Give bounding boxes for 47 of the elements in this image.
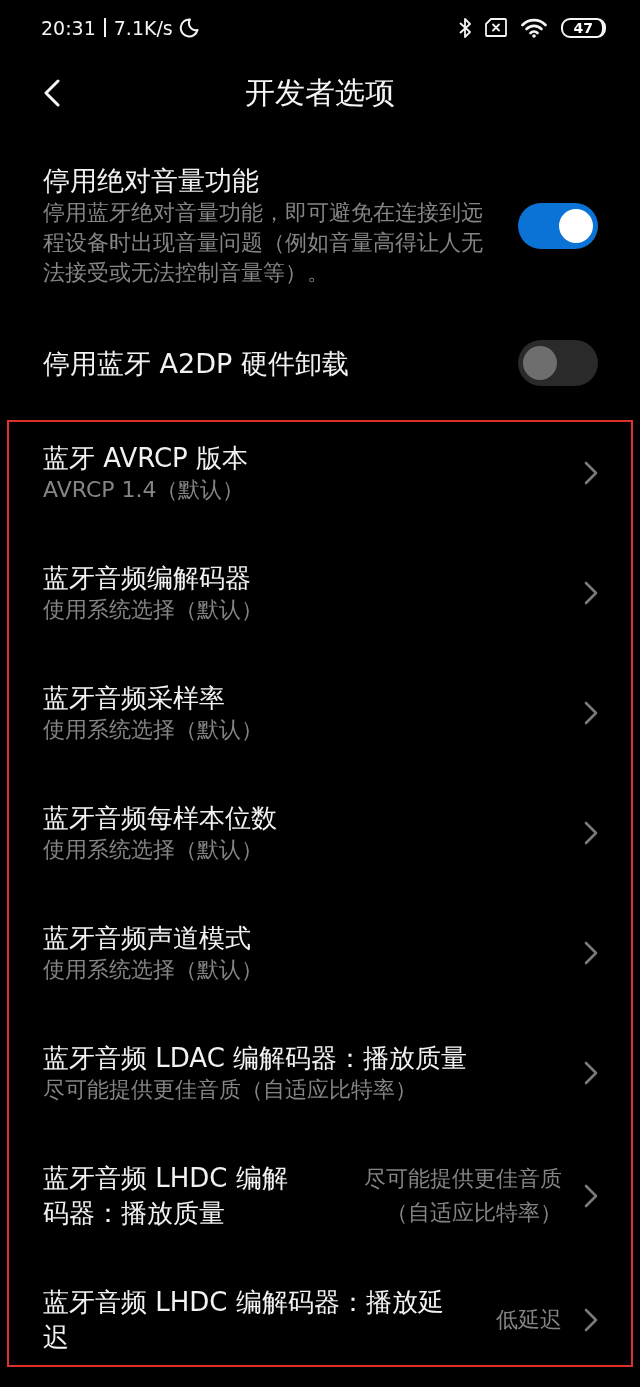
setting-title: 蓝牙音频采样率	[43, 682, 226, 715]
setting-title: 蓝牙音频每样本位数	[43, 802, 278, 835]
setting-title: 蓝牙音频编解码器	[43, 562, 252, 595]
toggle-knob	[559, 208, 593, 243]
toggle-switch[interactable]	[518, 202, 598, 249]
toggle-knob	[523, 346, 557, 380]
chevron-right-icon	[584, 1061, 598, 1085]
chevron-right-icon	[584, 941, 598, 965]
setting-summary: AVRCP 1.4（默认）	[43, 476, 246, 504]
setting-item[interactable]: 蓝牙音频 LHDC 编解码器：播放延迟 低延迟	[9, 1266, 631, 1365]
setting-summary: 尽可能提供更佳音质（自适应比特率）	[43, 1076, 418, 1104]
setting-title: 停用蓝牙 A2DP 硬件卸载	[43, 346, 350, 381]
wifi-icon	[520, 17, 547, 38]
setting-title: 蓝牙音频 LHDC 编解码器：播放延迟	[43, 1286, 445, 1354]
toggle-switch[interactable]	[518, 340, 598, 386]
setting-item[interactable]: 蓝牙音频编解码器 使用系统选择（默认）	[9, 542, 631, 662]
moon-icon	[178, 17, 199, 38]
bluetooth-icon	[458, 16, 471, 39]
setting-summary: 使用系统选择（默认）	[43, 956, 264, 984]
setting-title: 停用绝对音量功能	[43, 164, 260, 198]
setting-title: 蓝牙音频声道模式	[43, 922, 252, 955]
page-title: 开发者选项	[244, 73, 396, 112]
network-speed: 7.1K/s	[113, 15, 173, 40]
chevron-right-icon	[584, 1308, 598, 1332]
setting-summary: 使用系统选择（默认）	[43, 836, 264, 864]
chevron-right-icon	[584, 581, 598, 605]
clock-time: 20:31	[41, 15, 96, 40]
setting-title: 蓝牙音频 LDAC 编解码器：播放质量	[43, 1042, 469, 1075]
setting-item[interactable]: 蓝牙音频 LDAC 编解码器：播放质量 尽可能提供更佳音质（自适应比特率）	[9, 1022, 631, 1142]
setting-item[interactable]: 蓝牙音频声道模式 使用系统选择（默认）	[9, 902, 631, 1022]
battery-indicator: 47	[560, 17, 606, 38]
chevron-right-icon	[584, 821, 598, 845]
setting-summary: 使用系统选择（默认）	[43, 716, 264, 744]
sim-card-x-icon	[484, 18, 507, 37]
setting-summary: 使用系统选择（默认）	[43, 596, 264, 624]
setting-description: 停用蓝牙绝对音量功能，即可避免在连接到远程设备时出现音量问题（例如音量高得让人无法接受或无法控制音量等）。	[43, 199, 484, 287]
setting-title: 蓝牙音频 LHDC 编解码器：播放质量	[43, 1162, 289, 1230]
setting-item[interactable]: 蓝牙音频采样率 使用系统选择（默认）	[9, 662, 631, 782]
setting-value: 尽可能提供更佳音质（自适应比特率）	[363, 1165, 562, 1227]
setting-value: 低延迟	[496, 1306, 562, 1334]
setting-item[interactable]: 蓝牙音频每样本位数 使用系统选择（默认）	[9, 782, 631, 902]
chevron-right-icon	[584, 701, 598, 725]
chevron-right-icon	[584, 1184, 598, 1208]
setting-title: 蓝牙 AVRCP 版本	[43, 442, 250, 475]
setting-item[interactable]: 蓝牙 AVRCP 版本 AVRCP 1.4（默认）	[9, 422, 631, 542]
chevron-right-icon	[584, 461, 598, 485]
setting-item[interactable]: 蓝牙音频 LHDC 编解码器：播放质量 尽可能提供更佳音质（自适应比特率）	[9, 1142, 631, 1266]
